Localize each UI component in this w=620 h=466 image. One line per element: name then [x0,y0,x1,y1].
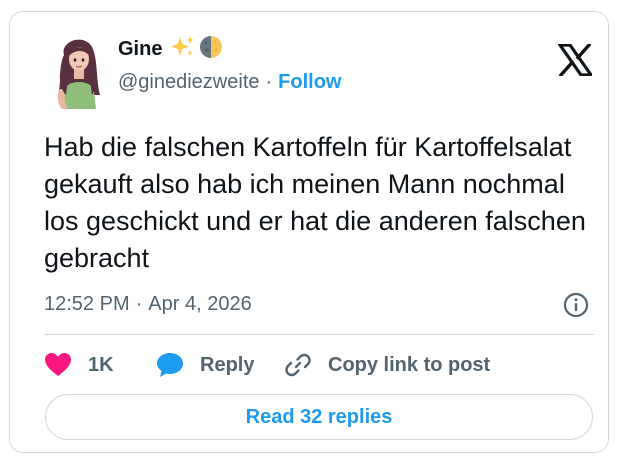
reply-button[interactable]: Reply [156,352,284,378]
copy-link-button[interactable]: Copy link to post [284,351,490,379]
sparkles-emoji-icon [170,34,196,65]
x-logo-icon[interactable] [556,42,595,78]
half-moon-emoji-icon [198,34,224,65]
speech-bubble-icon [156,352,184,378]
author-emojis [170,34,224,65]
tweet-card: Gine @ginediezweite · Follow Hab die fal… [9,11,609,453]
follow-button[interactable]: Follow [278,71,341,94]
author-name-row: Gine [118,34,224,65]
avatar-illustration [57,39,100,109]
action-bar: 1K Reply Copy link to post [44,348,490,382]
copy-link-label: Copy link to post [328,353,491,376]
link-icon [284,351,312,379]
avatar[interactable] [50,33,106,109]
heart-icon [44,352,72,378]
like-button[interactable]: 1K [44,352,156,378]
tweet-date: Apr 4, 2026 [148,292,252,315]
divider [44,334,594,335]
tweet-time: 12:52 PM [44,292,130,315]
handle-separator: · [265,70,273,93]
read-replies-button[interactable]: Read 32 replies [45,394,593,440]
tweet-timestamp[interactable]: 12:52 PM · Apr 4, 2026 [44,290,252,318]
author-handle-row: @ginediezweite · Follow [118,69,342,95]
reply-label: Reply [200,353,255,376]
tweet-text: Hab die falschen Kartoffeln für Kartoffe… [44,132,586,273]
like-count: 1K [88,353,114,376]
timestamp-separator: · [135,292,143,315]
author-name[interactable]: Gine [118,38,162,61]
author-handle[interactable]: @ginediezweite [118,71,260,94]
info-icon[interactable] [563,292,589,318]
